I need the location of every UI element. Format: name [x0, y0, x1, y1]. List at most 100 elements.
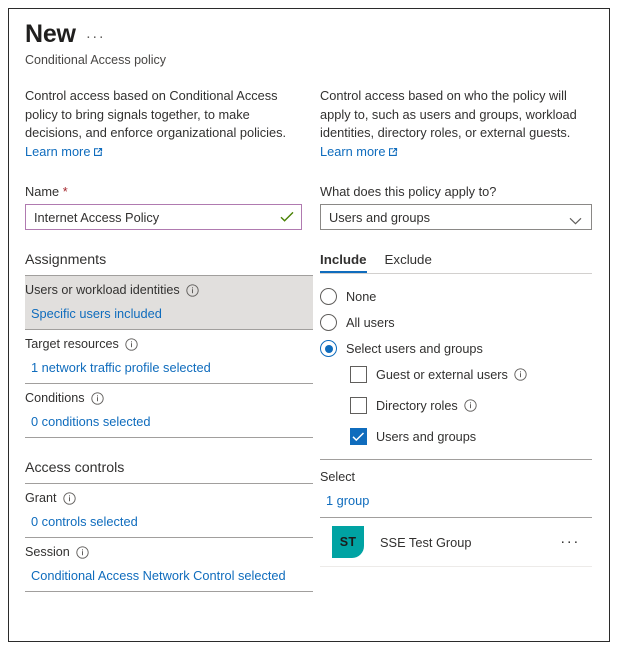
radio-item-none[interactable]: None: [320, 288, 599, 305]
row-value: 0 conditions selected: [25, 414, 313, 429]
divider: [320, 566, 592, 567]
row-value: Specific users included: [25, 306, 313, 321]
info-icon[interactable]: [125, 337, 138, 351]
header-more-menu-button[interactable]: ···: [86, 26, 106, 44]
left-intro-paragraph: Control access based on Conditional Acce…: [25, 88, 287, 140]
row-label-text: Grant: [25, 491, 57, 505]
blade-panel: New ··· Conditional Access policy Contro…: [8, 8, 610, 642]
setting-row-session[interactable]: Session Conditional Access Network Contr…: [25, 538, 313, 591]
info-icon[interactable]: [464, 399, 477, 412]
row-label-text: Users or workload identities: [25, 283, 180, 297]
checkbox-label-text: Directory roles: [376, 398, 458, 413]
checkbox-label-text: Users and groups: [376, 429, 477, 444]
external-link-icon: [93, 144, 103, 163]
tab-exclude[interactable]: Exclude: [385, 252, 432, 273]
radio-label: None: [346, 289, 377, 304]
radio-icon-selected: [320, 340, 337, 357]
name-label-text: Name: [25, 184, 60, 199]
row-label: Session: [25, 545, 313, 559]
radio-icon: [320, 288, 337, 305]
checkbox-icon: [350, 397, 367, 414]
group-name: SSE Test Group: [380, 534, 472, 550]
checkbox-label: Guest or external users: [376, 368, 527, 382]
checkbox-label-text: Guest or external users: [376, 367, 508, 382]
group-row-more-menu-button[interactable]: ···: [560, 534, 592, 549]
row-value-link[interactable]: 1 network traffic profile selected: [31, 360, 211, 375]
radio-item-select-users-and-groups[interactable]: Select users and groups: [320, 340, 599, 357]
checkbox-label: Directory roles: [376, 399, 477, 413]
row-value: 0 controls selected: [25, 514, 313, 529]
valid-check-icon: [280, 210, 294, 228]
radio-icon: [320, 314, 337, 331]
info-icon[interactable]: [62, 491, 76, 505]
right-intro-paragraph: Control access based on who the policy w…: [320, 88, 577, 140]
policy-name-input[interactable]: [26, 205, 301, 229]
row-label: Conditions: [25, 391, 313, 405]
include-exclude-tabs: Include Exclude: [320, 252, 599, 273]
row-value-link[interactable]: Conditional Access Network Control selec…: [31, 568, 286, 583]
chevron-down-icon: [569, 213, 582, 231]
right-learn-more-link[interactable]: Learn more: [320, 144, 398, 159]
content-columns: Control access based on Conditional Acce…: [9, 87, 609, 592]
page-subtitle: Conditional Access policy: [25, 53, 167, 67]
left-learn-more-link[interactable]: Learn more: [25, 144, 103, 159]
divider: [25, 591, 313, 592]
checkbox-label: Users and groups: [376, 430, 476, 444]
row-label-text: Target resources: [25, 337, 119, 351]
external-link-icon: [388, 144, 398, 163]
row-value-link[interactable]: Specific users included: [31, 306, 162, 321]
left-learn-more-label: Learn more: [25, 143, 91, 159]
left-column: Control access based on Conditional Acce…: [9, 87, 313, 592]
row-value: Conditional Access Network Control selec…: [25, 568, 313, 583]
row-label-text: Session: [25, 545, 70, 559]
blade-header: New ··· Conditional Access policy: [25, 19, 585, 68]
setting-row-grant[interactable]: Grant 0 controls selected: [25, 484, 313, 537]
scope-checkbox-group: Guest or external users Directory roles: [350, 366, 599, 445]
right-learn-more-label: Learn more: [320, 143, 386, 159]
checkbox-item-directory-roles[interactable]: Directory roles: [350, 397, 599, 414]
checkbox-icon-checked: [350, 428, 367, 445]
setting-row-users-or-workload-identities[interactable]: Users or workload identities Specific us…: [25, 276, 313, 329]
radio-item-all-users[interactable]: All users: [320, 314, 599, 331]
name-input-wrapper: [25, 204, 302, 230]
right-intro-text: Control access based on who the policy w…: [320, 87, 592, 162]
selected-group-count-link[interactable]: 1 group: [326, 493, 369, 508]
scope-radio-group: None All users Select users and groups: [320, 288, 599, 357]
list-item-group[interactable]: ST SSE Test Group ···: [320, 518, 592, 566]
right-column: Control access based on who the policy w…: [312, 87, 609, 592]
setting-row-target-resources[interactable]: Target resources 1 network traffic profi…: [25, 330, 313, 383]
info-icon[interactable]: [76, 545, 89, 559]
divider: [25, 437, 313, 438]
tab-include[interactable]: Include: [320, 252, 367, 273]
title-row: New ···: [25, 19, 585, 49]
apply-to-label: What does this policy apply to?: [320, 184, 497, 199]
checkbox-item-users-and-groups[interactable]: Users and groups: [350, 428, 599, 445]
name-field-label: Name *: [25, 184, 312, 199]
row-label: Users or workload identities: [25, 283, 313, 297]
page-title: New: [25, 20, 76, 48]
row-value-link[interactable]: 0 controls selected: [31, 514, 138, 529]
avatar: ST: [332, 526, 364, 558]
apply-to-dropdown[interactable]: Users and groups: [320, 204, 592, 230]
select-section-value: 1 group: [320, 493, 599, 508]
assignments-heading: Assignments: [25, 252, 107, 268]
info-icon[interactable]: [186, 283, 199, 297]
info-icon[interactable]: [514, 368, 527, 381]
divider: [320, 273, 592, 274]
access-controls-heading: Access controls: [25, 460, 125, 476]
divider: [320, 459, 592, 460]
setting-row-conditions[interactable]: Conditions 0 conditions selected: [25, 384, 313, 437]
row-label: Grant: [25, 491, 313, 505]
required-indicator: *: [62, 184, 68, 199]
select-section-label: Select: [320, 470, 356, 484]
left-intro-text: Control access based on Conditional Acce…: [25, 87, 305, 162]
checkbox-icon: [350, 366, 367, 383]
radio-label: Select users and groups: [346, 341, 483, 356]
checkbox-item-guest-or-external-users[interactable]: Guest or external users: [350, 366, 599, 383]
info-icon[interactable]: [90, 391, 104, 405]
row-label-text: Conditions: [25, 391, 85, 405]
apply-to-selected-value: Users and groups: [329, 209, 431, 225]
radio-label: All users: [346, 315, 395, 330]
row-value-link[interactable]: 0 conditions selected: [31, 414, 151, 429]
row-label: Target resources: [25, 337, 313, 351]
